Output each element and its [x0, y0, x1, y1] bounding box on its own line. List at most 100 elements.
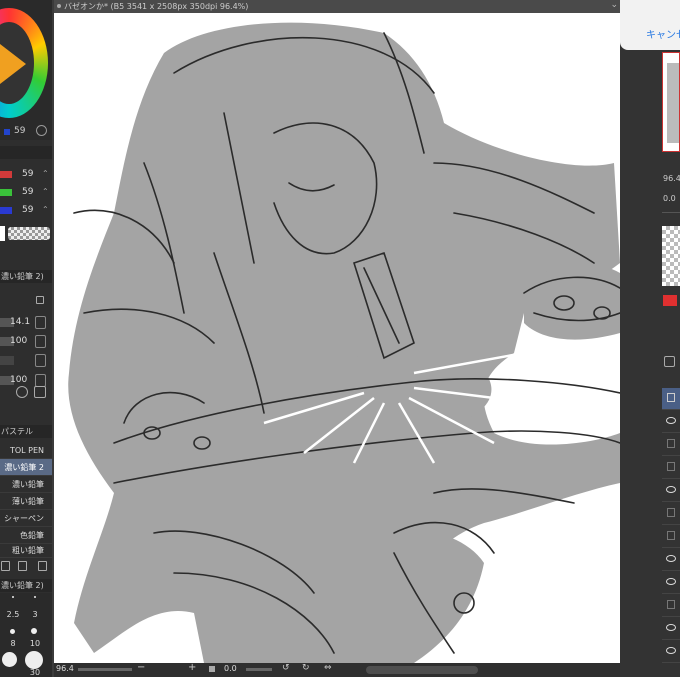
layer-row[interactable]	[662, 457, 680, 479]
opacity-value: 100	[10, 336, 28, 346]
rotation-slider[interactable]	[246, 668, 272, 671]
left-panel: 59 59 ⌃ 59 ⌃ 59 ⌃ 濃い鉛筆 2) 14.1 100 100 パ…	[0, 0, 52, 677]
size-label: 10	[29, 639, 41, 648]
duplicate-icon[interactable]	[18, 561, 27, 571]
brush-item[interactable]: 色鉛筆	[0, 527, 52, 544]
flip-icon[interactable]: ⇔	[324, 663, 332, 673]
eye-icon[interactable]	[666, 486, 676, 493]
opacity-row[interactable]: 100	[0, 333, 52, 351]
document-tab[interactable]: バゼオンか* (B5 3541 x 2508px 350dpi 96.4%) ⌄	[54, 0, 620, 13]
blue-slider[interactable]	[0, 207, 12, 214]
blue-slider-row[interactable]: 59 ⌃	[0, 204, 52, 218]
brush-item[interactable]: シャーペン	[0, 510, 52, 527]
brush-item[interactable]: TOL PEN	[0, 442, 52, 459]
size-dot[interactable]	[34, 596, 36, 598]
brush-size-value: 14.1	[10, 317, 31, 327]
eye-icon[interactable]	[666, 417, 676, 424]
eye-icon[interactable]	[666, 578, 676, 585]
opacity-toggle[interactable]	[35, 335, 46, 348]
green-value: 59	[22, 187, 34, 197]
layer-row[interactable]	[662, 572, 680, 594]
lock-icon[interactable]	[36, 296, 44, 304]
brush-group-header: パステル	[0, 425, 52, 438]
navigator-thumbnail[interactable]	[662, 52, 680, 152]
brush-size-header: 濃い鉛筆 2)	[0, 579, 52, 592]
red-slider-row[interactable]: 59 ⌃	[0, 168, 52, 182]
checkbox-icon[interactable]	[667, 508, 675, 517]
chevron-down-icon[interactable]: ⌄	[610, 0, 618, 10]
chevron-icon[interactable]: ⌃	[42, 169, 49, 178]
layer-row-selected[interactable]	[662, 388, 680, 410]
document-title: バゼオンか* (B5 3541 x 2508px 350dpi 96.4%)	[64, 2, 249, 11]
layer-row[interactable]	[662, 595, 680, 617]
horizontal-scrollbar[interactable]	[366, 666, 478, 674]
checkbox-icon[interactable]	[667, 531, 675, 540]
right-panel: キャンセル 96.4 0.0	[620, 0, 680, 677]
color-slider-header	[0, 146, 52, 159]
rotate-left-icon[interactable]: ↺	[282, 663, 290, 673]
eye-icon[interactable]	[666, 555, 676, 562]
layer-row[interactable]	[662, 434, 680, 456]
cancel-button[interactable]: キャンセル	[646, 26, 680, 41]
sketch-artwork	[68, 22, 620, 663]
rotation-value: 0.0	[224, 664, 237, 673]
checkbox-icon[interactable]	[667, 439, 675, 448]
zoom-slider[interactable]	[78, 668, 132, 671]
zoom-in-button[interactable]: +	[188, 662, 196, 673]
layer-row[interactable]	[662, 641, 680, 663]
divider	[662, 212, 680, 213]
red-slider[interactable]	[0, 171, 12, 178]
color-triangle[interactable]	[0, 44, 26, 84]
drawing-canvas[interactable]	[54, 13, 620, 663]
zoom-value: 96.4	[56, 664, 74, 673]
size-dot[interactable]	[2, 652, 17, 667]
layer-row[interactable]	[662, 526, 680, 548]
layer-row[interactable]	[662, 480, 680, 502]
density-value: 100	[10, 375, 28, 385]
green-slider[interactable]	[0, 189, 12, 196]
color-indicator[interactable]	[663, 295, 677, 306]
wheel-value: 59	[14, 126, 26, 136]
brush-size-row[interactable]: 14.1	[0, 314, 52, 332]
brush-item[interactable]: 薄い鉛筆	[0, 493, 52, 510]
subtool-header: 濃い鉛筆 2)	[0, 270, 52, 283]
size-dot[interactable]	[25, 651, 43, 669]
eyedropper-icon[interactable]	[36, 125, 47, 136]
layer-row[interactable]	[662, 411, 680, 433]
size-label: 3	[32, 610, 38, 619]
green-slider-row[interactable]: 59 ⌃	[0, 186, 52, 200]
copy-icon[interactable]	[1, 561, 10, 571]
wrench-icon[interactable]	[34, 386, 46, 398]
rotate-right-icon[interactable]: ↻	[302, 663, 310, 673]
size-label: 30	[29, 668, 41, 677]
checkbox-icon[interactable]	[667, 600, 675, 609]
chevron-icon[interactable]: ⌃	[42, 205, 49, 214]
transparent-swatch[interactable]	[8, 227, 50, 240]
chevron-icon[interactable]: ⌃	[42, 187, 49, 196]
pressure-toggle[interactable]	[35, 316, 46, 329]
layer-row[interactable]	[662, 549, 680, 571]
download-icon[interactable]	[16, 386, 28, 398]
layer-preview	[662, 226, 680, 286]
zoom-out-button[interactable]: −	[137, 662, 145, 673]
color-wheel-panel: 59	[0, 0, 52, 140]
blank-slider[interactable]	[0, 356, 14, 365]
checkbox-icon[interactable]	[667, 462, 675, 471]
layer-tool-icon[interactable]	[664, 356, 675, 367]
brush-item[interactable]: 粗い鉛筆	[0, 544, 52, 558]
fit-icon[interactable]	[209, 666, 215, 672]
sub-color-swatch[interactable]	[4, 129, 10, 135]
size-dot[interactable]	[10, 629, 15, 634]
option-toggle[interactable]	[35, 354, 46, 367]
brush-item-active[interactable]: 濃い鉛筆 2	[0, 459, 52, 476]
main-color-swatch[interactable]	[0, 226, 5, 241]
size-dot[interactable]	[31, 628, 37, 634]
size-dot[interactable]	[12, 596, 14, 598]
brush-item[interactable]: 濃い鉛筆	[0, 476, 52, 493]
layer-row[interactable]	[662, 503, 680, 525]
trash-icon[interactable]	[38, 561, 47, 571]
eye-icon[interactable]	[666, 624, 676, 631]
eye-icon[interactable]	[666, 647, 676, 654]
blank-row[interactable]	[0, 352, 52, 370]
layer-row[interactable]	[662, 618, 680, 640]
